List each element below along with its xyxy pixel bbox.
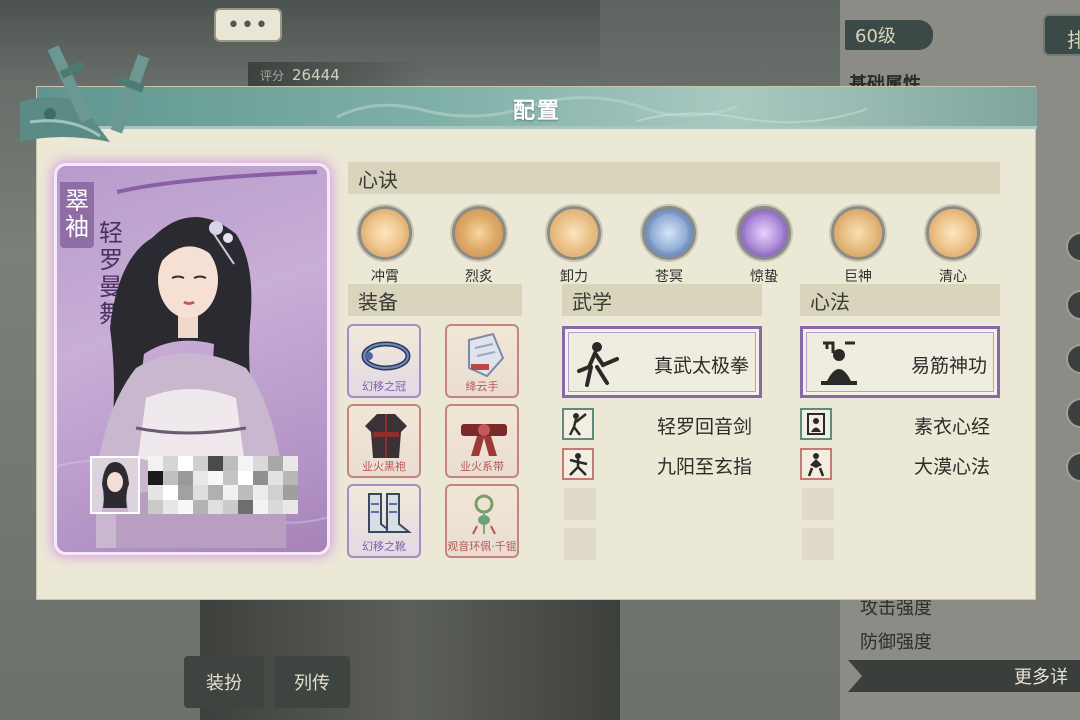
skill-label: 惊蛰	[750, 269, 778, 285]
lotus-icon	[926, 206, 980, 260]
equip-label: 观音环佩·千锟	[447, 540, 517, 553]
wuxue-sub-name: 九阳至玄指	[656, 456, 752, 478]
finger-strike-icon	[562, 448, 594, 480]
wuxue-main-name: 真武太极拳	[653, 355, 749, 377]
scroll-figure-icon	[800, 408, 832, 440]
xinfa-main-slot[interactable]: 易筋神功	[800, 326, 1000, 398]
level-badge: 60级	[845, 20, 933, 50]
wuxue-sub-slot-1[interactable]: 轻罗回音剑	[562, 408, 762, 440]
swirl-cloud-icon	[547, 206, 601, 260]
xinjue-skill-qingxin[interactable]: 清心	[924, 206, 982, 286]
top-right-button[interactable]: 排	[1043, 14, 1080, 56]
wuxue-header: 武学	[562, 284, 762, 316]
xinfa-empty-slot[interactable]	[802, 528, 834, 560]
xinfa-main-name: 易筋神功	[910, 355, 987, 377]
wuxue-empty-slot[interactable]	[564, 488, 596, 520]
equip-slot-body[interactable]: 业火黑袍	[347, 404, 421, 478]
robe-icon	[365, 414, 407, 458]
xinfa-sub-slot-2[interactable]: 大漠心法	[800, 448, 1000, 480]
xinfa-sub-name: 大漠心法	[913, 456, 990, 478]
player-name-censored	[148, 456, 298, 514]
score-value: 26444	[292, 66, 340, 84]
chat-bubble-icon[interactable]: •••	[214, 8, 282, 42]
xinfa-sub-name: 素衣心经	[913, 416, 990, 438]
equip-label: 幻移之靴	[362, 540, 406, 553]
equip-slot-hands[interactable]: 绛云手	[445, 324, 519, 398]
equip-label: 业火系带	[460, 460, 504, 473]
skill-label: 巨神	[844, 269, 872, 285]
equipment-header: 装备	[348, 284, 522, 316]
gauntlet-icon	[468, 332, 505, 378]
equip-slot-accessory[interactable]: 观音环佩·千锟	[445, 484, 519, 558]
water-wave-icon	[642, 206, 696, 260]
character-title: 翠袖	[60, 182, 94, 248]
headband-icon	[361, 341, 411, 371]
stat-defense-strength: 防御强度	[860, 632, 932, 653]
character-avatar[interactable]	[90, 456, 140, 514]
equip-label: 业火黑袍	[362, 460, 406, 473]
boots-icon	[368, 493, 412, 533]
wuxue-main-slot[interactable]: 真武太极拳	[562, 326, 762, 398]
equip-slot-belt[interactable]: 业火系带	[445, 404, 519, 478]
xinjue-skill-jingzhe[interactable]: 惊蛰	[735, 206, 793, 286]
xinfa-header: 心法	[800, 284, 1000, 316]
dialog-header: 配置	[37, 87, 1037, 129]
crossed-swords-icon	[20, 45, 150, 142]
skill-label: 烈炙	[465, 269, 493, 285]
equip-slot-head[interactable]: 幻移之冠	[347, 324, 421, 398]
dress-up-tab[interactable]: 装扮	[184, 656, 264, 708]
wuxue-empty-slot[interactable]	[564, 528, 596, 560]
desert-warrior-icon	[800, 448, 832, 480]
meditating-monk-icon	[821, 341, 857, 385]
xinfa-sub-slot-1[interactable]: 素衣心经	[800, 408, 1000, 440]
skill-label: 清心	[939, 269, 967, 285]
skill-label: 卸力	[560, 269, 588, 285]
score-label: 评分	[260, 68, 285, 83]
xinjue-skill-liezhi[interactable]: 烈炙	[450, 206, 508, 286]
equip-label: 绛云手	[465, 380, 499, 393]
skill-label: 苍冥	[655, 269, 683, 285]
flame-burst-icon	[452, 206, 506, 260]
fighter-stance-icon	[577, 342, 619, 387]
thunder-icon	[737, 206, 791, 260]
equip-label: 幻移之冠	[362, 380, 406, 393]
xinjue-skill-xieli[interactable]: 卸力	[545, 206, 603, 286]
xinjue-skill-chongxiao[interactable]: 冲霄	[356, 206, 414, 286]
sword-move-icon	[562, 408, 594, 440]
belt-icon	[461, 424, 507, 456]
golden-statue-icon	[831, 206, 885, 260]
more-details-button[interactable]: 更多详	[848, 660, 1080, 692]
xinjue-skill-jushen[interactable]: 巨神	[829, 206, 887, 286]
wuxue-sub-slot-2[interactable]: 九阳至玄指	[562, 448, 762, 480]
flame-swirl-icon	[358, 206, 412, 260]
xinjue-skill-cangming[interactable]: 苍冥	[640, 206, 698, 286]
xinjue-header: 心诀	[348, 162, 1000, 194]
biography-tab[interactable]: 列传	[274, 656, 350, 708]
xinfa-empty-slot[interactable]	[802, 488, 834, 520]
dialog-title: 配置	[512, 99, 561, 124]
equip-slot-feet[interactable]: 幻移之靴	[347, 484, 421, 558]
skill-label: 冲霄	[371, 269, 399, 285]
avatar-face-icon	[92, 458, 138, 512]
wuxue-sub-name: 轻罗回音剑	[656, 416, 752, 438]
jade-pendant-icon	[472, 494, 496, 535]
score-display: 评分 26444	[248, 62, 428, 88]
